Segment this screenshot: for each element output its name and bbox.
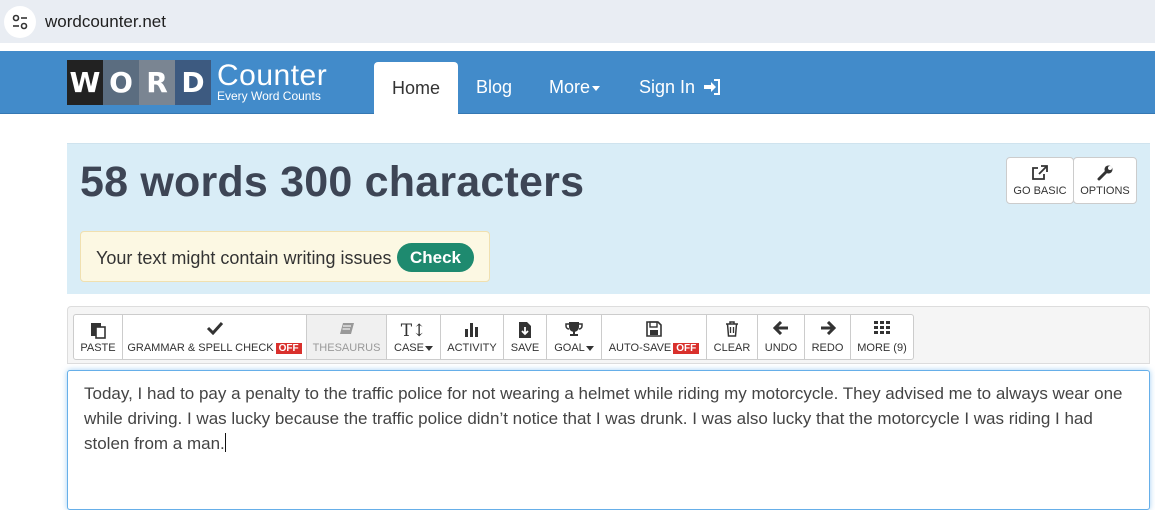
- nav-home[interactable]: Home: [374, 62, 458, 115]
- text-height-icon: T↕: [400, 321, 427, 341]
- site-settings-icon[interactable]: [4, 6, 36, 38]
- logo-text: Counter Every Word Counts: [217, 60, 327, 105]
- undo-label: UNDO: [764, 342, 798, 354]
- goal-label: GOAL: [554, 342, 585, 354]
- more-tools-button[interactable]: MORE (9): [850, 314, 914, 360]
- logo-letter-o: O: [103, 60, 139, 105]
- activity-button[interactable]: ACTIVITY: [440, 314, 504, 360]
- auto-save-label: AUTO-SAVE: [608, 342, 672, 354]
- text-editor[interactable]: Today, I had to pay a penalty to the tra…: [67, 370, 1150, 510]
- nav-more-label: More: [549, 77, 591, 97]
- nav-more[interactable]: More: [549, 77, 601, 98]
- logo-title: Counter: [217, 59, 328, 92]
- site-logo[interactable]: W O R D Counter Every Word Counts: [67, 60, 327, 105]
- nav-blog[interactable]: Blog: [476, 77, 512, 98]
- clear-button[interactable]: CLEAR: [706, 314, 758, 360]
- grammar-label: GRAMMAR & SPELL CHECK: [127, 342, 274, 354]
- text-cursor: [224, 433, 226, 452]
- check-button[interactable]: Check: [397, 243, 474, 272]
- book-icon: [339, 321, 355, 337]
- save-button[interactable]: SAVE: [503, 314, 547, 360]
- case-button[interactable]: T↕ CASE: [386, 314, 441, 360]
- chevron-down-icon: [592, 85, 601, 91]
- url-text[interactable]: wordcounter.net: [45, 12, 166, 32]
- floppy-disk-icon: [646, 321, 662, 337]
- logo-letter-r: R: [139, 60, 175, 105]
- case-label: CASE: [394, 342, 424, 354]
- browser-address-bar: wordcounter.net: [0, 0, 1155, 43]
- nav-sign-in[interactable]: Sign In: [639, 77, 721, 98]
- go-basic-label: GO BASIC: [1013, 184, 1067, 197]
- chevron-down-icon: [585, 345, 594, 351]
- undo-button[interactable]: UNDO: [757, 314, 805, 360]
- editor-text: Today, I had to pay a penalty to the tra…: [84, 384, 1123, 453]
- arrow-left-icon: [773, 321, 789, 335]
- thesaurus-label: THESAURUS: [312, 342, 381, 354]
- redo-label: REDO: [811, 342, 844, 354]
- auto-save-button[interactable]: AUTO-SAVE OFF: [601, 314, 707, 360]
- word-character-count: 58 words 300 characters: [80, 158, 585, 206]
- chevron-down-icon: [424, 345, 433, 351]
- bar-chart-icon: [464, 321, 480, 337]
- writing-issues-alert: Your text might contain writing issues C…: [80, 231, 490, 282]
- goal-button[interactable]: GOAL: [546, 314, 602, 360]
- paste-label: PASTE: [80, 342, 116, 354]
- checkmark-icon: [206, 321, 224, 335]
- arrow-right-icon: [820, 321, 836, 335]
- site-navbar: W O R D Counter Every Word Counts Home B…: [0, 51, 1155, 115]
- more-tools-label: MORE (9): [857, 342, 907, 354]
- download-file-icon: [518, 321, 532, 339]
- logo-tagline: Every Word Counts: [217, 89, 321, 103]
- activity-label: ACTIVITY: [447, 342, 497, 354]
- sign-in-icon: [704, 79, 721, 95]
- external-link-icon: [1032, 164, 1048, 180]
- clear-label: CLEAR: [713, 342, 751, 354]
- trophy-icon: [565, 321, 583, 337]
- go-basic-button[interactable]: GO BASIC: [1006, 157, 1074, 204]
- logo-letter-d: D: [175, 60, 211, 105]
- save-label: SAVE: [510, 342, 540, 354]
- editor-content[interactable]: Today, I had to pay a penalty to the tra…: [84, 381, 1134, 456]
- options-button[interactable]: OPTIONS: [1073, 157, 1137, 204]
- trash-icon: [725, 321, 739, 337]
- nav-sign-in-label: Sign In: [639, 77, 696, 97]
- editor-toolbar: PASTE GRAMMAR & SPELL CHECK OFF THESAURUS…: [67, 306, 1150, 364]
- auto-save-status-badge: OFF: [673, 343, 700, 354]
- logo-letter-w: W: [67, 60, 103, 105]
- options-label: OPTIONS: [1080, 185, 1130, 197]
- grammar-status-badge: OFF: [275, 343, 302, 354]
- grid-icon: [874, 321, 890, 335]
- paste-button[interactable]: PASTE: [73, 314, 123, 360]
- thesaurus-button[interactable]: THESAURUS: [306, 314, 387, 360]
- grammar-check-button[interactable]: GRAMMAR & SPELL CHECK OFF: [122, 314, 307, 360]
- writing-issues-text: Your text might contain writing issues: [96, 248, 392, 268]
- redo-button[interactable]: REDO: [804, 314, 851, 360]
- stats-panel: 58 words 300 characters GO BASIC OPTIONS…: [67, 143, 1150, 294]
- wrench-icon: [1097, 165, 1113, 181]
- paste-icon: [90, 321, 106, 339]
